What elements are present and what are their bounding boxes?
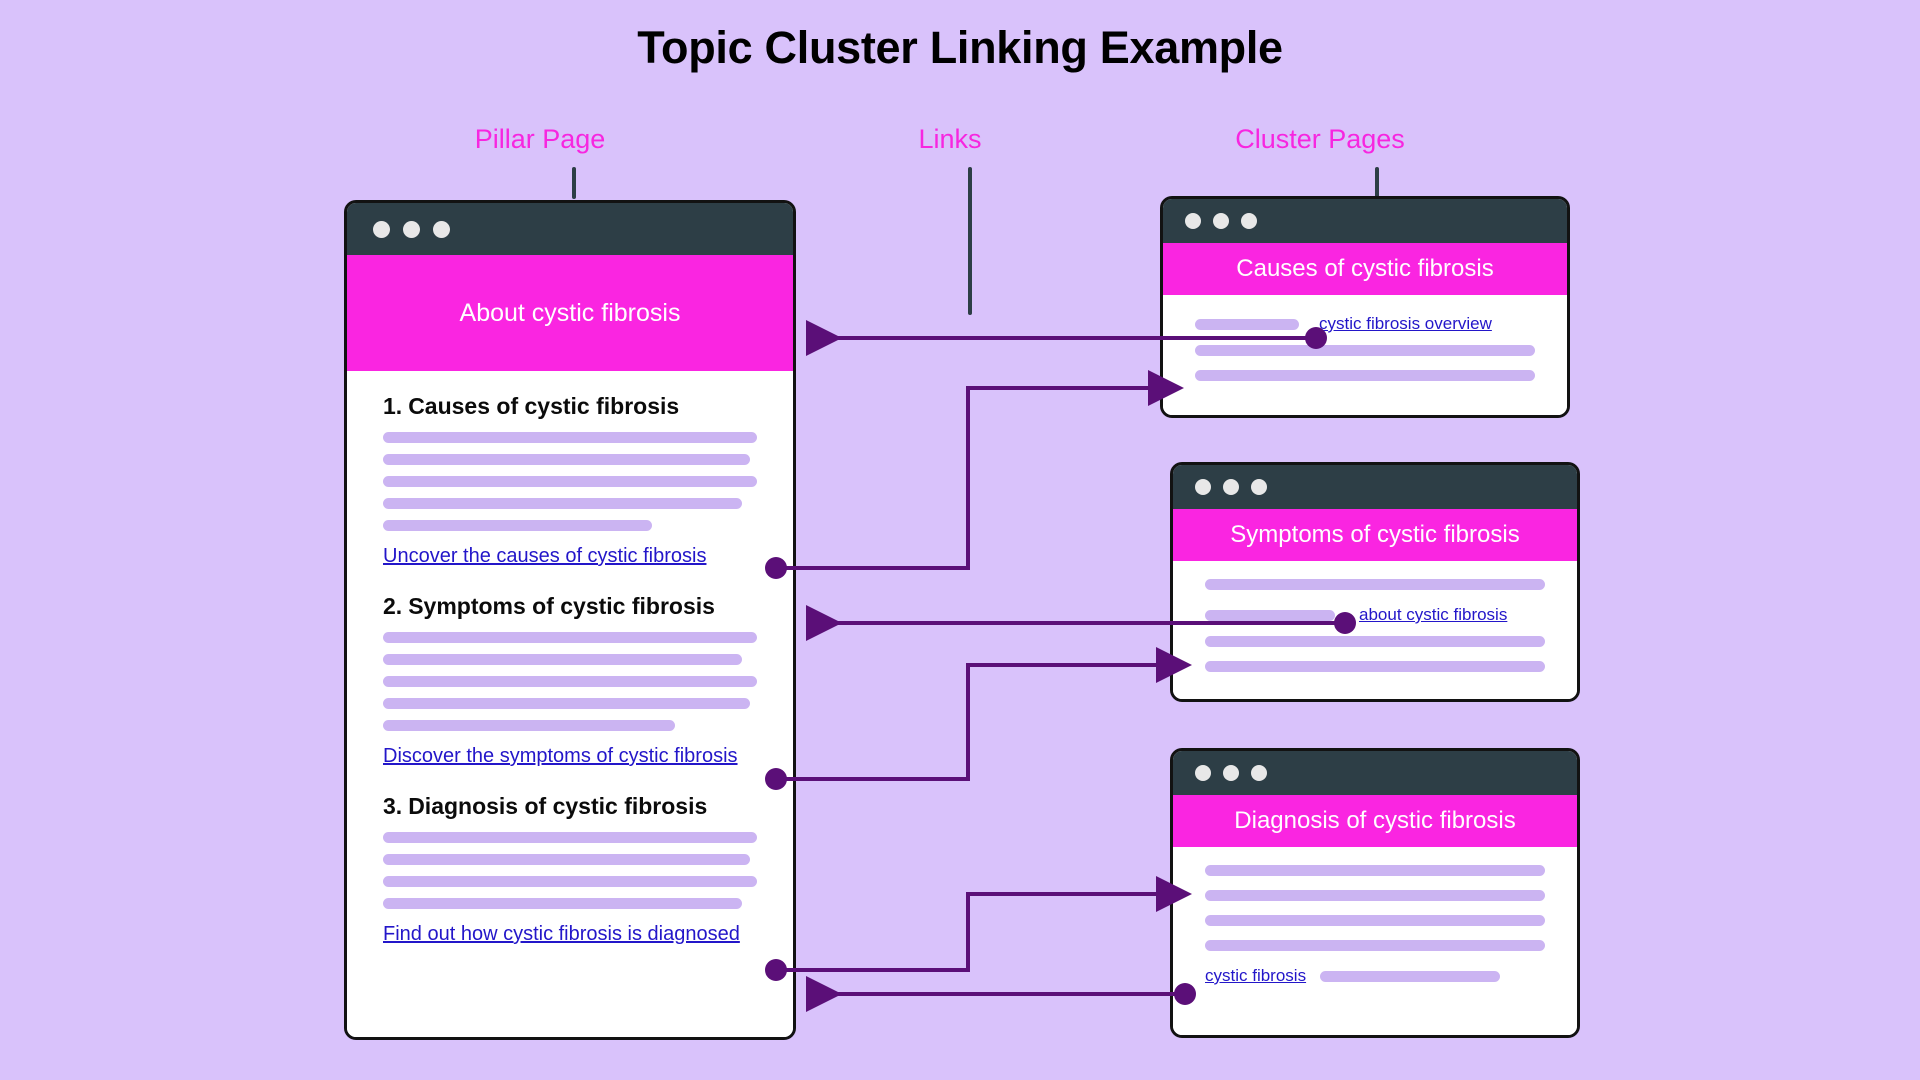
skeleton-line: [383, 698, 750, 709]
pillar-body: 1. Causes of cystic fibrosis Uncover the …: [347, 371, 793, 1037]
cluster-3-link-row: cystic fibrosis: [1205, 965, 1545, 987]
skeleton-line: [383, 454, 750, 465]
window-dot-maximize-icon[interactable]: [1251, 479, 1267, 495]
pillar-banner-title: About cystic fibrosis: [347, 255, 793, 371]
skeleton-line: [383, 854, 750, 865]
skeleton-line: [383, 632, 757, 643]
pillar-label-tick: [572, 167, 576, 199]
pillar-section-1-heading: 1. Causes of cystic fibrosis: [383, 393, 757, 420]
skeleton-line: [1205, 940, 1545, 951]
page-title: Topic Cluster Linking Example: [637, 22, 1283, 73]
cluster-2-titlebar: [1173, 465, 1577, 509]
window-dot-maximize-icon[interactable]: [433, 220, 450, 238]
skeleton-line: [383, 432, 757, 443]
skeleton-line: [383, 676, 757, 687]
cluster-2-link-row: about cystic fibrosis: [1205, 604, 1545, 626]
skeleton-line: [1195, 345, 1535, 356]
pillar-link-diagnosis[interactable]: Find out how cystic fibrosis is diagnose…: [383, 923, 740, 946]
cluster-1-titlebar: [1163, 199, 1567, 243]
window-dot-close-icon[interactable]: [373, 220, 390, 238]
skeleton-stub: [1195, 318, 1299, 330]
connector-pillar-to-cluster1: [776, 370, 1184, 570]
skeleton-line: [383, 498, 743, 509]
window-dot-minimize-icon[interactable]: [1223, 479, 1239, 495]
connector-pillar-to-cluster2: [776, 647, 1192, 781]
pillar-link-symptoms[interactable]: Discover the symptoms of cystic fibrosis: [383, 745, 738, 768]
skeleton-stub: [1320, 970, 1501, 982]
pillar-link-causes[interactable]: Uncover the causes of cystic fibrosis: [383, 545, 706, 568]
pillar-link-row-3: Find out how cystic fibrosis is diagnose…: [383, 923, 757, 949]
cluster-1-link-row: cystic fibrosis overview: [1195, 313, 1535, 335]
pillar-section-2-heading: 2. Symptoms of cystic fibrosis: [383, 593, 757, 620]
pillar-section-3-title: Diagnosis of cystic fibrosis: [408, 793, 708, 819]
cluster-2-banner-title: Symptoms of cystic fibrosis: [1173, 509, 1577, 561]
window-dot-maximize-icon[interactable]: [1251, 765, 1267, 781]
pillar-section-3-number: 3.: [383, 793, 403, 819]
skeleton-line: [1205, 890, 1545, 901]
skeleton-line: [1205, 915, 1545, 926]
cluster-2-body: about cystic fibrosis: [1173, 561, 1577, 699]
cluster-1-body: cystic fibrosis overview: [1163, 295, 1567, 415]
cluster-page-window-diagnosis[interactable]: Diagnosis of cystic fibrosis cystic fibr…: [1170, 748, 1580, 1038]
pillar-titlebar: [347, 203, 793, 255]
cluster-label-tick: [1375, 167, 1379, 199]
skeleton-stub: [1205, 609, 1335, 621]
skeleton-line: [383, 832, 757, 843]
window-dot-minimize-icon[interactable]: [1223, 765, 1239, 781]
pillar-link-row-1: Uncover the causes of cystic fibrosis: [383, 545, 757, 571]
links-label-tick: [968, 167, 972, 315]
skeleton-line: [1195, 370, 1535, 381]
skeleton-line: [1205, 636, 1545, 647]
pillar-section-3-heading: 3. Diagnosis of cystic fibrosis: [383, 793, 757, 820]
skeleton-line: [383, 654, 743, 665]
label-pillar-page: Pillar Page: [474, 124, 606, 154]
window-dot-maximize-icon[interactable]: [1241, 213, 1257, 229]
cluster-link-cystic-fibrosis-overview[interactable]: cystic fibrosis overview: [1319, 314, 1492, 334]
window-dot-minimize-icon[interactable]: [1213, 213, 1229, 229]
skeleton-line: [1205, 865, 1545, 876]
skeleton-line: [1205, 661, 1545, 672]
window-dot-close-icon[interactable]: [1185, 213, 1201, 229]
pillar-section-2: 2. Symptoms of cystic fibrosis Discover t…: [383, 593, 757, 771]
window-dot-close-icon[interactable]: [1195, 765, 1211, 781]
connector-pillar-to-cluster3: [776, 876, 1192, 972]
pillar-section-1: 1. Causes of cystic fibrosis Uncover the …: [383, 393, 757, 571]
pillar-section-2-number: 2.: [383, 593, 403, 619]
window-dot-minimize-icon[interactable]: [403, 220, 420, 238]
pillar-page-window[interactable]: About cystic fibrosis 1. Causes of cystic…: [344, 200, 796, 1040]
skeleton-line: [383, 876, 757, 887]
cluster-page-window-causes[interactable]: Causes of cystic fibrosis cystic fibrosi…: [1160, 196, 1570, 418]
window-dot-close-icon[interactable]: [1195, 479, 1211, 495]
cluster-page-window-symptoms[interactable]: Symptoms of cystic fibrosis about cystic…: [1170, 462, 1580, 702]
pillar-section-3: 3. Diagnosis of cystic fibrosis Find out …: [383, 793, 757, 949]
link-connectors: [765, 320, 1356, 1012]
pillar-section-1-title: Causes of cystic fibrosis: [408, 393, 680, 419]
pillar-section-2-title: Symptoms of cystic fibrosis: [408, 593, 715, 619]
pillar-link-row-2: Discover the symptoms of cystic fibrosis: [383, 745, 757, 771]
cluster-link-about-cystic-fibrosis[interactable]: about cystic fibrosis: [1359, 605, 1507, 625]
cluster-1-banner-title: Causes of cystic fibrosis: [1163, 243, 1567, 295]
diagram-canvas: Topic Cluster Linking Example Pillar Pag…: [0, 0, 1920, 1080]
skeleton-line: [383, 476, 757, 487]
cluster-3-body: cystic fibrosis: [1173, 847, 1577, 1035]
cluster-link-cystic-fibrosis[interactable]: cystic fibrosis: [1205, 966, 1306, 986]
pillar-section-1-number: 1.: [383, 393, 403, 419]
skeleton-line: [1205, 579, 1545, 590]
cluster-3-banner-title: Diagnosis of cystic fibrosis: [1173, 795, 1577, 847]
cluster-3-titlebar: [1173, 751, 1577, 795]
skeleton-line: [383, 720, 675, 731]
skeleton-line: [383, 520, 653, 531]
label-cluster-pages: Cluster Pages: [1235, 124, 1405, 154]
label-links: Links: [918, 124, 982, 154]
skeleton-line: [383, 898, 743, 909]
